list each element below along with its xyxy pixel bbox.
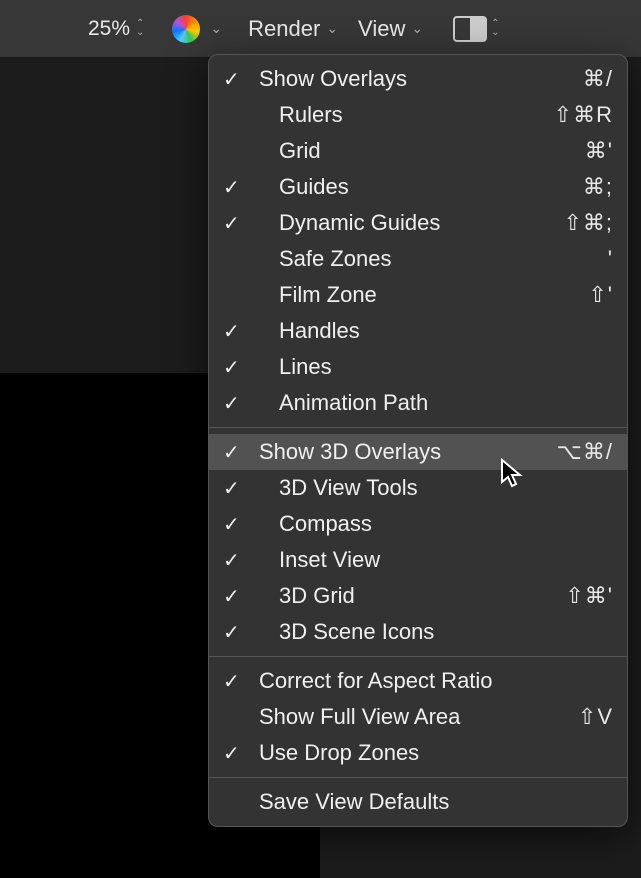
keyboard-shortcut: ' [608,246,613,272]
menu-item[interactable]: ✓ Lines [209,349,627,385]
keyboard-shortcut: ⌘/ [583,66,613,92]
menu-item-label: Show Overlays [259,66,583,92]
chevron-down-icon[interactable]: ⌄ [210,20,222,37]
menu-item[interactable]: ✓Use Drop Zones [209,735,627,771]
checkmark-icon: ✓ [223,669,259,694]
checkmark-icon: ✓ [223,584,259,609]
stepper-icon: ⌃ ⌄ [136,20,144,37]
keyboard-shortcut: ⇧⌘' [565,583,613,609]
checkmark-icon: ✓ [223,620,259,645]
keyboard-shortcut: ⌥⌘/ [557,439,613,465]
checkmark-icon: ✓ [223,548,259,573]
menu-item[interactable]: ✓ Handles [209,313,627,349]
menu-item-label: 3D Grid [279,583,565,609]
render-menu-button[interactable]: Render ⌄ [240,16,346,42]
menu-item[interactable]: Film Zone⇧' [209,277,627,313]
menu-item[interactable]: ✓ Inset View [209,542,627,578]
menu-item-label: Dynamic Guides [279,210,563,236]
checkmark-icon: ✓ [223,67,259,92]
menu-separator [209,427,627,428]
checkmark-icon: ✓ [223,319,259,344]
menu-item-label: 3D Scene Icons [279,619,613,645]
menu-separator [209,777,627,778]
menu-item[interactable]: ✓ Animation Path [209,385,627,421]
chevron-down-icon: ⌄ [411,20,423,37]
stepper-icon: ⌃ ⌄ [491,20,499,37]
keyboard-shortcut: ⌘; [583,174,613,200]
checkmark-icon: ✓ [223,355,259,380]
keyboard-shortcut: ⇧' [588,282,613,308]
menu-item-label: Rulers [279,102,554,128]
menu-item[interactable]: ✓ 3D Grid⇧⌘' [209,578,627,614]
checkmark-icon: ✓ [223,440,259,465]
menu-item[interactable]: Rulers⇧⌘R [209,97,627,133]
menu-item-label: Grid [279,138,585,164]
menu-item-label: Guides [279,174,583,200]
menu-item[interactable]: ✓ Guides⌘; [209,169,627,205]
menu-item-label: Compass [279,511,613,537]
menu-item-label: Lines [279,354,613,380]
menu-item[interactable]: Safe Zones' [209,241,627,277]
menu-item[interactable]: Save View Defaults [209,784,627,820]
menu-item[interactable]: ✓ Dynamic Guides⇧⌘; [209,205,627,241]
menu-item-label: Show 3D Overlays [259,439,557,465]
menu-item[interactable]: Grid⌘' [209,133,627,169]
checkmark-icon: ✓ [223,512,259,537]
chevron-down-icon: ⌄ [326,20,338,37]
zoom-value: 25% [88,17,130,41]
menu-item-label: Show Full View Area [259,704,578,730]
view-menu-button[interactable]: View ⌄ [350,16,431,42]
menu-item[interactable]: ✓Show 3D Overlays⌥⌘/ [209,434,627,470]
menu-item-label: Film Zone [279,282,588,308]
menu-item-label: Correct for Aspect Ratio [259,668,613,694]
menu-item-label: Handles [279,318,613,344]
menu-item-label: 3D View Tools [279,475,613,501]
split-layout-icon [453,16,487,42]
checkmark-icon: ✓ [223,391,259,416]
view-dropdown-menu: ✓Show Overlays⌘/Rulers⇧⌘RGrid⌘'✓Guides⌘;… [208,54,628,827]
menu-item[interactable]: ✓ 3D Scene Icons [209,614,627,650]
layout-toggle-button[interactable]: ⌃ ⌄ [453,16,499,42]
menu-item[interactable]: ✓Show Overlays⌘/ [209,61,627,97]
toolbar: 25% ⌃ ⌄ ⌄ Render ⌄ View ⌄ ⌃ ⌄ [0,0,641,58]
menu-item-label: Use Drop Zones [259,740,613,766]
menu-item[interactable]: Show Full View Area⇧V [209,699,627,735]
menu-item-label: Animation Path [279,390,613,416]
keyboard-shortcut: ⇧V [578,704,613,730]
zoom-control[interactable]: 25% ⌃ ⌄ [88,17,144,41]
menu-item[interactable]: ✓ 3D View Tools [209,470,627,506]
menu-item[interactable]: ✓Correct for Aspect Ratio [209,663,627,699]
color-well-icon[interactable] [172,15,200,43]
checkmark-icon: ✓ [223,211,259,236]
view-label: View [358,16,405,42]
checkmark-icon: ✓ [223,175,259,200]
menu-item-label: Save View Defaults [259,789,613,815]
checkmark-icon: ✓ [223,476,259,501]
menu-item-label: Inset View [279,547,613,573]
render-label: Render [248,16,320,42]
menu-item[interactable]: ✓ Compass [209,506,627,542]
menu-separator [209,656,627,657]
menu-item-label: Safe Zones [279,246,608,272]
keyboard-shortcut: ⇧⌘; [563,210,613,236]
keyboard-shortcut: ⇧⌘R [554,102,613,128]
checkmark-icon: ✓ [223,741,259,766]
keyboard-shortcut: ⌘' [585,138,613,164]
